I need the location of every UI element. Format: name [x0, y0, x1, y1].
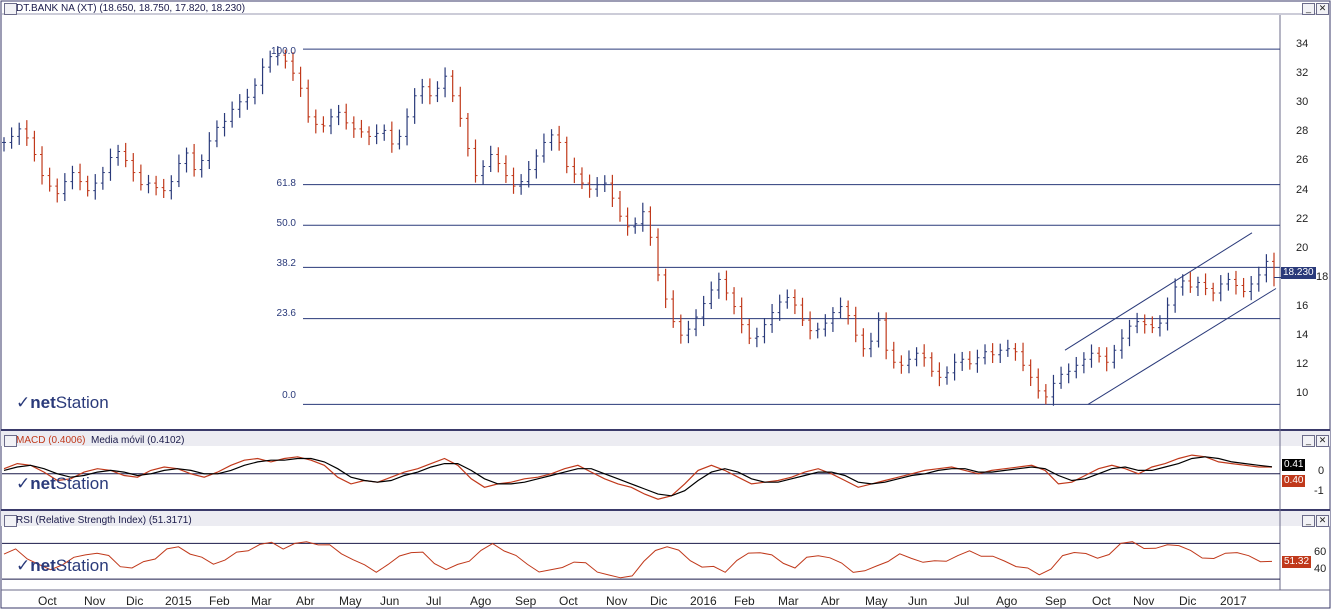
ytick-18: 18 — [1316, 271, 1329, 283]
xtick-may: May — [339, 594, 362, 608]
ytick-22: 22 — [1296, 213, 1309, 225]
panel-icon[interactable] — [4, 3, 17, 15]
xtick-nov: Nov — [84, 594, 106, 608]
macd-header-bar — [1, 430, 1330, 446]
channel-lower-line — [1087, 288, 1277, 405]
logo-icon: ✓ — [16, 556, 31, 575]
main-title: DT.BANK NA (XT) (18.650, 18.750, 17.820,… — [16, 3, 246, 14]
xtick-oct-2: Oct — [559, 594, 578, 608]
xtick-2015: 2015 — [165, 594, 192, 608]
xtick-mar-2: Mar — [778, 594, 799, 608]
xtick-abr-2: Abr — [821, 594, 840, 608]
xtick-jul: Jul — [426, 594, 442, 608]
macd-close-button[interactable]: ✕ — [1316, 435, 1329, 447]
rsi-ytick-60: 60 — [1314, 546, 1327, 558]
fib-label-0: 0.0 — [282, 390, 296, 401]
macd-title: MACD (0.4006) Media móvil (0.4102) — [16, 435, 184, 446]
xtick-abr: Abr — [296, 594, 315, 608]
chart-canvas — [0, 0, 1331, 609]
ytick-14: 14 — [1296, 329, 1309, 341]
ytick-30: 30 — [1296, 96, 1309, 108]
macd-label: MACD (0.4006) — [16, 435, 86, 446]
rsi-value-badge: 51.32 — [1282, 556, 1312, 568]
rsi-close-button[interactable]: ✕ — [1316, 515, 1329, 527]
xtick-jun: Jun — [380, 594, 400, 608]
ytick-10: 10 — [1296, 387, 1309, 399]
xtick-jun-2: Jun — [908, 594, 928, 608]
macd-ytick-0: 0 — [1318, 465, 1325, 477]
macd-minimize-button[interactable]: _ — [1302, 435, 1315, 447]
xtick-nov-3: Nov — [1133, 594, 1155, 608]
xtick-dic: Dic — [126, 594, 144, 608]
logo-icon: ✓ — [16, 393, 31, 412]
ytick-16: 16 — [1296, 300, 1309, 312]
netstation-logo-rsi: ✓netStation — [16, 556, 109, 575]
netstation-logo-macd: ✓netStation — [16, 474, 109, 493]
xtick-ago-2: Ago — [996, 594, 1018, 608]
logo-icon: ✓ — [16, 474, 31, 493]
macd-signal-badge: 0.41 — [1282, 459, 1306, 471]
macd-line — [3, 454, 1272, 500]
ytick-34: 34 — [1296, 38, 1309, 50]
rsi-line — [3, 541, 1273, 579]
channel-upper-line — [1064, 232, 1253, 351]
xtick-sep-2: Sep — [1045, 594, 1067, 608]
xtick-mar: Mar — [251, 594, 272, 608]
xtick-2017: 2017 — [1220, 594, 1247, 608]
xtick-oct: Oct — [38, 594, 57, 608]
ytick-24: 24 — [1296, 184, 1309, 196]
macd-signal-line — [3, 456, 1273, 497]
macd-value-badge: 0.40 — [1282, 475, 1306, 487]
rsi-ytick-40: 40 — [1314, 563, 1327, 575]
fib-label-38-2: 38.2 — [276, 258, 296, 269]
macd-panel-icon[interactable] — [4, 435, 17, 447]
fib-label-23-6: 23.6 — [276, 308, 296, 319]
xtick-sep: Sep — [515, 594, 537, 608]
rsi-minimize-button[interactable]: _ — [1302, 515, 1315, 527]
xtick-ago: Ago — [470, 594, 492, 608]
last-price-badge: 18.230 — [1281, 267, 1316, 279]
xtick-oct-3: Oct — [1092, 594, 1111, 608]
netstation-logo: ✓netStation — [16, 393, 109, 412]
rsi-panel-icon[interactable] — [4, 515, 17, 527]
ytick-28: 28 — [1296, 125, 1309, 137]
rsi-header-bar — [1, 510, 1330, 526]
ytick-26: 26 — [1296, 154, 1309, 166]
ytick-20: 20 — [1296, 242, 1309, 254]
xtick-nov-2: Nov — [606, 594, 628, 608]
xtick-dic-2: Dic — [650, 594, 668, 608]
fib-label-50: 50.0 — [276, 218, 296, 229]
xtick-jul-2: Jul — [954, 594, 970, 608]
rsi-title: RSI (Relative Strength Index) (51.3171) — [16, 515, 192, 526]
xtick-feb: Feb — [209, 594, 230, 608]
fib-label-61-8: 61.8 — [276, 178, 296, 189]
ytick-32: 32 — [1296, 67, 1309, 79]
ytick-12: 12 — [1296, 358, 1309, 370]
xtick-2016: 2016 — [690, 594, 717, 608]
fib-label-100: 100.0 — [270, 46, 296, 57]
macd-ytick-neg1: -1 — [1314, 485, 1324, 497]
xtick-feb-2: Feb — [734, 594, 755, 608]
macd-signal-label: Media móvil (0.4102) — [91, 435, 185, 446]
minimize-button[interactable]: _ — [1302, 3, 1315, 15]
xtick-dic-3: Dic — [1179, 594, 1197, 608]
xtick-may-2: May — [865, 594, 888, 608]
close-button[interactable]: ✕ — [1316, 3, 1329, 15]
